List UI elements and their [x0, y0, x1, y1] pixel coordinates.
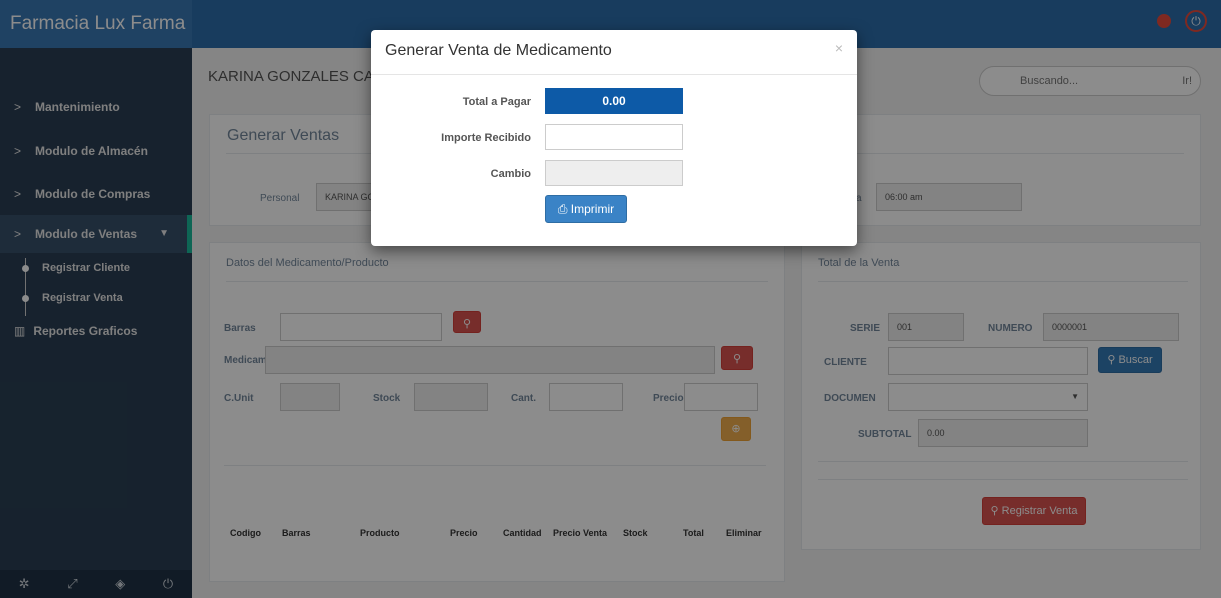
modal-divider	[371, 74, 857, 75]
generar-venta-modal: Generar Venta de Medicamento × Total a P…	[371, 30, 857, 246]
print-button[interactable]: ⎙ Imprimir	[545, 195, 627, 223]
total-pagar-label: Total a Pagar	[462, 96, 531, 108]
cambio-field	[545, 160, 683, 186]
cambio-label: Cambio	[490, 168, 531, 180]
total-pagar-field: 0.00	[545, 88, 683, 114]
print-icon: ⎙	[557, 202, 571, 216]
close-icon[interactable]: ×	[835, 40, 843, 56]
print-label: Imprimir	[570, 202, 615, 216]
importe-recibido-label: Importe Recibido	[441, 132, 531, 144]
importe-recibido-input[interactable]	[545, 124, 683, 150]
modal-title: Generar Venta de Medicamento	[385, 42, 612, 59]
